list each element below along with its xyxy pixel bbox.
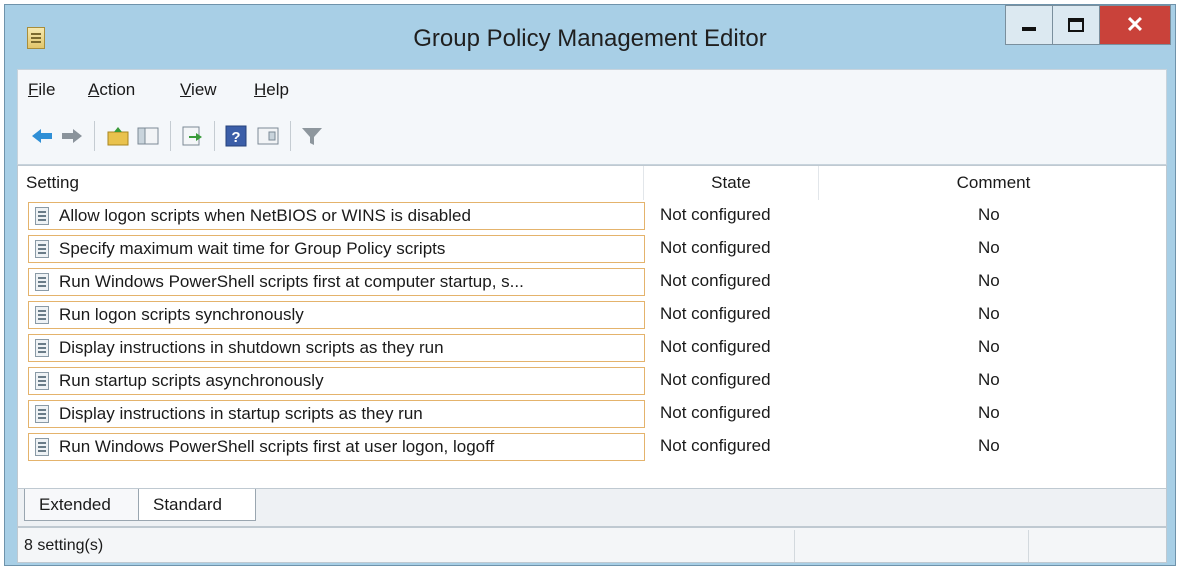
column-header-state[interactable]: State [644, 166, 819, 200]
policy-setting-icon [35, 372, 49, 390]
minimize-button[interactable] [1005, 5, 1053, 45]
toolbar-separator [170, 121, 171, 151]
table-row[interactable]: Display instructions in startup scripts … [18, 400, 1168, 428]
comment-cell: No [978, 337, 1000, 356]
setting-cell[interactable]: Run Windows PowerShell scripts first at … [28, 433, 645, 461]
table-row[interactable]: Allow logon scripts when NetBIOS or WINS… [18, 202, 1168, 230]
status-bar: 8 setting(s) [17, 527, 1167, 563]
policy-setting-icon [35, 339, 49, 357]
toolbar-separator [94, 121, 95, 151]
toolbar: ? [17, 109, 1167, 165]
menu-action[interactable]: Action [88, 80, 135, 100]
policy-setting-icon [35, 273, 49, 291]
menu-file-mnemonic: F [28, 80, 39, 99]
app-window: Group Policy Management Editor ✕ File Ac… [4, 4, 1176, 566]
setting-cell[interactable]: Run Windows PowerShell scripts first at … [28, 268, 645, 296]
comment-cell: No [978, 370, 1000, 389]
status-divider [1028, 530, 1029, 562]
close-icon: ✕ [1125, 12, 1145, 37]
state-cell: Not configured [660, 271, 771, 290]
setting-cell[interactable]: Run startup scripts asynchronously [28, 367, 645, 395]
setting-name: Run Windows PowerShell scripts first at … [59, 437, 495, 456]
maximize-button[interactable] [1052, 5, 1100, 45]
policy-setting-icon [35, 240, 49, 258]
close-button[interactable]: ✕ [1099, 5, 1171, 45]
minimize-icon [1022, 27, 1036, 31]
state-cell: Not configured [660, 205, 771, 224]
export-list-icon[interactable] [180, 123, 204, 149]
setting-name: Display instructions in shutdown scripts… [59, 338, 444, 357]
state-cell: Not configured [660, 304, 771, 323]
policy-setting-icon [35, 405, 49, 423]
toolbar-separator [214, 121, 215, 151]
svg-text:?: ? [231, 129, 240, 146]
back-icon[interactable] [30, 123, 54, 149]
show-hide-tree-icon[interactable] [136, 123, 160, 149]
setting-name: Allow logon scripts when NetBIOS or WINS… [59, 206, 471, 225]
comment-cell: No [978, 205, 1000, 224]
menu-bar: File Action View Help [17, 69, 1167, 109]
policy-setting-icon [35, 207, 49, 225]
state-cell: Not configured [660, 403, 771, 422]
state-cell: Not configured [660, 337, 771, 356]
setting-cell[interactable]: Run logon scripts synchronously [28, 301, 645, 329]
status-text: 8 setting(s) [24, 537, 104, 554]
setting-name: Run startup scripts asynchronously [59, 371, 324, 390]
settings-list: Setting State Comment Allow logon script… [17, 165, 1167, 489]
comment-cell: No [978, 304, 1000, 323]
setting-cell[interactable]: Display instructions in shutdown scripts… [28, 334, 645, 362]
policy-setting-icon [35, 438, 49, 456]
comment-cell: No [978, 238, 1000, 257]
view-tabs: Extended Standard [17, 489, 1167, 527]
menu-file-label: ile [38, 80, 56, 99]
policy-setting-icon [35, 306, 49, 324]
state-cell: Not configured [660, 436, 771, 455]
table-row[interactable]: Run Windows PowerShell scripts first at … [18, 268, 1168, 296]
column-header-comment[interactable]: Comment [819, 166, 1168, 200]
comment-cell: No [978, 271, 1000, 290]
setting-cell[interactable]: Display instructions in startup scripts … [28, 400, 645, 428]
window-title: Group Policy Management Editor [413, 25, 767, 52]
setting-cell[interactable]: Specify maximum wait time for Group Poli… [28, 235, 645, 263]
table-row[interactable]: Display instructions in shutdown scripts… [18, 334, 1168, 362]
filter-icon[interactable] [300, 123, 324, 149]
forward-icon[interactable] [60, 123, 84, 149]
menu-view[interactable]: View [180, 80, 217, 100]
menu-help-label: elp [266, 80, 289, 99]
title-bar[interactable]: Group Policy Management Editor ✕ [5, 5, 1175, 69]
setting-cell[interactable]: Allow logon scripts when NetBIOS or WINS… [28, 202, 645, 230]
state-cell: Not configured [660, 238, 771, 257]
setting-name: Run logon scripts synchronously [59, 305, 304, 324]
toolbar-separator [290, 121, 291, 151]
menu-help-mnemonic: H [254, 80, 267, 99]
table-row[interactable]: Run logon scripts synchronously Not conf… [18, 301, 1168, 329]
menu-view-label: iew [191, 80, 217, 99]
column-header-setting[interactable]: Setting [18, 166, 644, 200]
up-folder-icon[interactable] [106, 123, 130, 149]
menu-help[interactable]: Help [254, 80, 289, 100]
tab-standard[interactable]: Standard [138, 489, 256, 521]
comment-cell: No [978, 403, 1000, 422]
setting-name: Display instructions in startup scripts … [59, 404, 423, 423]
menu-action-label: ction [99, 80, 136, 99]
properties-icon[interactable] [256, 123, 280, 149]
menu-view-mnemonic: V [180, 80, 192, 99]
maximize-icon [1068, 18, 1084, 32]
comment-cell: No [978, 436, 1000, 455]
tab-extended[interactable]: Extended [24, 489, 142, 521]
table-row[interactable]: Run startup scripts asynchronously Not c… [18, 367, 1168, 395]
help-icon[interactable]: ? [224, 123, 248, 149]
setting-name: Specify maximum wait time for Group Poli… [59, 239, 446, 258]
status-divider [794, 530, 795, 562]
table-row[interactable]: Run Windows PowerShell scripts first at … [18, 433, 1168, 461]
setting-name: Run Windows PowerShell scripts first at … [59, 272, 524, 291]
state-cell: Not configured [660, 370, 771, 389]
menu-file[interactable]: File [28, 80, 55, 100]
menu-action-mnemonic: A [88, 80, 100, 99]
table-row[interactable]: Specify maximum wait time for Group Poli… [18, 235, 1168, 263]
